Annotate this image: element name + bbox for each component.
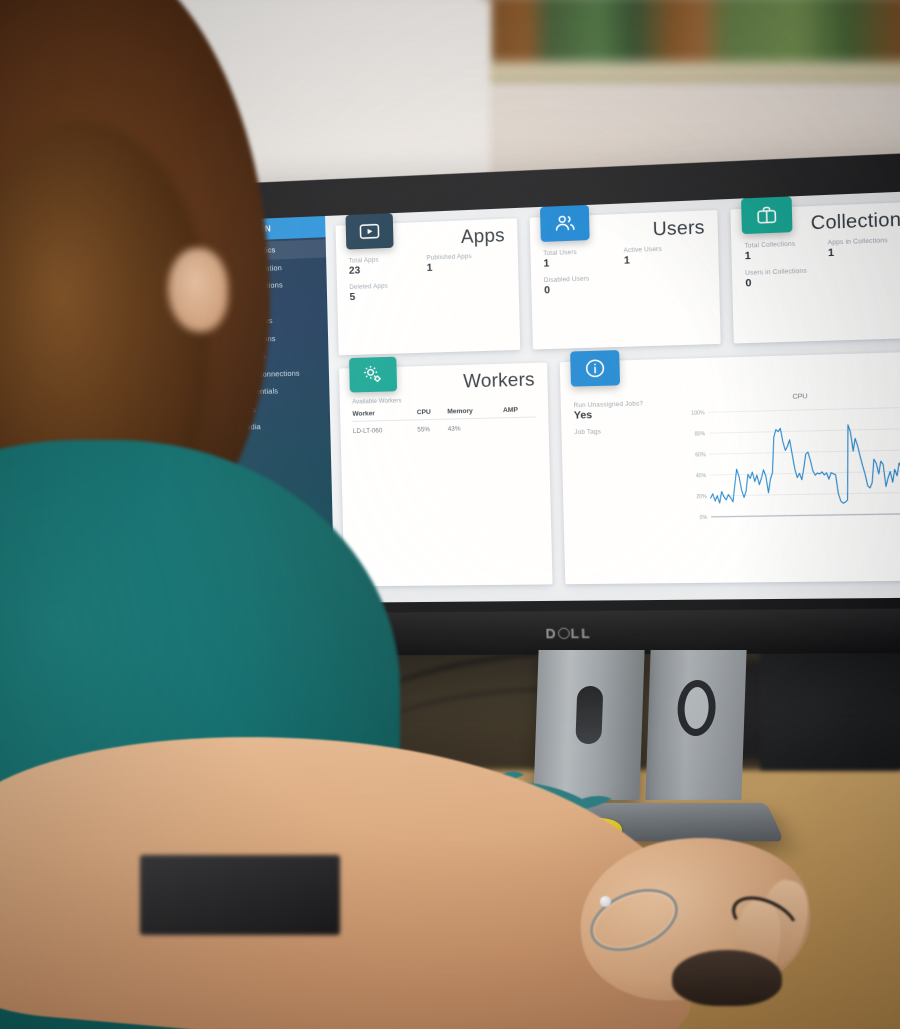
- card-stats: Total Collections 1 Apps in Collections …: [731, 230, 900, 311]
- card-workers[interactable]: Workers Available Workers Worker CPU Mem…: [339, 356, 553, 587]
- card-collections[interactable]: Collections Total Collections 1 Apps in …: [730, 196, 900, 344]
- stat-card-row: Apps Total Apps 23 Published Apps 1 Dele…: [335, 191, 900, 356]
- jobs-fields: Run Unassigned Jobs? Yes Job Tags: [560, 359, 684, 584]
- play-icon: [345, 213, 394, 250]
- computer-mouse[interactable]: [672, 950, 782, 1006]
- stand-cable-slot: [575, 686, 604, 744]
- detail-card-row: Workers Available Workers Worker CPU Mem…: [339, 344, 900, 587]
- stat-value: 5: [349, 291, 356, 304]
- workers-table: Worker CPU Memory AMP LD-LT-060 55% 43%: [352, 404, 536, 435]
- stat-value: 23: [348, 265, 361, 277]
- stat-apps-in-collections: Apps in Collections 1: [828, 237, 900, 259]
- stat-value: 1: [543, 258, 550, 270]
- field-job-tags: Job Tags: [574, 428, 679, 437]
- field-value: Yes: [573, 409, 593, 422]
- stat-value: 1: [827, 247, 835, 260]
- monitor-stand-column-right: [645, 650, 747, 800]
- dashboard-content: Apps Total Apps 23 Published Apps 1 Dele…: [325, 180, 900, 603]
- col-amp: AMP: [502, 404, 536, 418]
- stat-value: 0: [544, 284, 551, 297]
- field-run-unassigned-jobs: Run Unassigned Jobs? Yes: [574, 400, 680, 421]
- gears-icon: [349, 356, 398, 393]
- stat-value: 1: [426, 262, 433, 275]
- stat-value: 1: [623, 255, 631, 267]
- chart-plot-cpu: 0% 20% 40% 60% 80% 100%: [683, 401, 900, 530]
- photo-scene: DLL a ADMIN DiagnosticsConfigurationSubs…: [0, 0, 900, 1029]
- cell-memory: 43%: [447, 425, 461, 433]
- field-label: Job Tags: [574, 429, 602, 437]
- stat-total-users: Total Users 1: [543, 248, 624, 270]
- stat-deleted-apps: Deleted Apps 5: [349, 282, 427, 304]
- keyboard-near: [140, 855, 340, 935]
- chart-cpu: CPU 0% 20% 40% 60% 80% 100%: [683, 390, 900, 572]
- card-users[interactable]: Users Total Users 1 Active Users 1 Disab…: [529, 204, 721, 350]
- bracelet-bead: [600, 896, 611, 907]
- stat-value: 0: [745, 277, 752, 290]
- svg-text:60%: 60%: [695, 452, 706, 459]
- stat-active-users: Active Users 1: [624, 245, 706, 267]
- cell-cpu: 55%: [417, 426, 431, 434]
- resource-charts: CPU 0%20%40%60%80%100% Memory 0%20%40%60…: [678, 344, 900, 583]
- card-jobs[interactable]: Run Unassigned Jobs? Yes Job Tags CPU 0%…: [559, 344, 900, 585]
- card-apps[interactable]: Apps Total Apps 23 Published Apps 1 Dele…: [335, 213, 521, 356]
- users-icon: [539, 204, 590, 242]
- svg-text:20%: 20%: [696, 494, 707, 501]
- info-icon: [570, 350, 621, 387]
- stat-published-apps: Published Apps 1: [426, 253, 505, 274]
- stand-cable-hole: [676, 680, 717, 736]
- svg-text:0%: 0%: [700, 515, 708, 522]
- cell-amp: [503, 417, 536, 432]
- stat-total-apps: Total Apps 23: [348, 256, 427, 277]
- briefcase-icon: [741, 196, 793, 235]
- card-stats: Total Apps 23 Published Apps 1 Deleted A…: [336, 246, 519, 324]
- svg-text:80%: 80%: [695, 431, 706, 438]
- col-cpu: CPU: [416, 406, 448, 420]
- card-stats: Total Users 1 Active Users 1 Disabled Us…: [530, 238, 720, 317]
- person-ear: [168, 248, 228, 332]
- svg-text:100%: 100%: [691, 410, 705, 417]
- stat-users-in-collections: Users in Collections 0: [745, 268, 829, 290]
- cell-worker: LD-LT-060: [352, 427, 383, 436]
- svg-text:40%: 40%: [696, 473, 707, 480]
- stat-value: 1: [744, 250, 751, 263]
- stat-total-collections: Total Collections 1: [744, 240, 828, 263]
- stat-disabled-users: Disabled Users 0: [544, 275, 625, 296]
